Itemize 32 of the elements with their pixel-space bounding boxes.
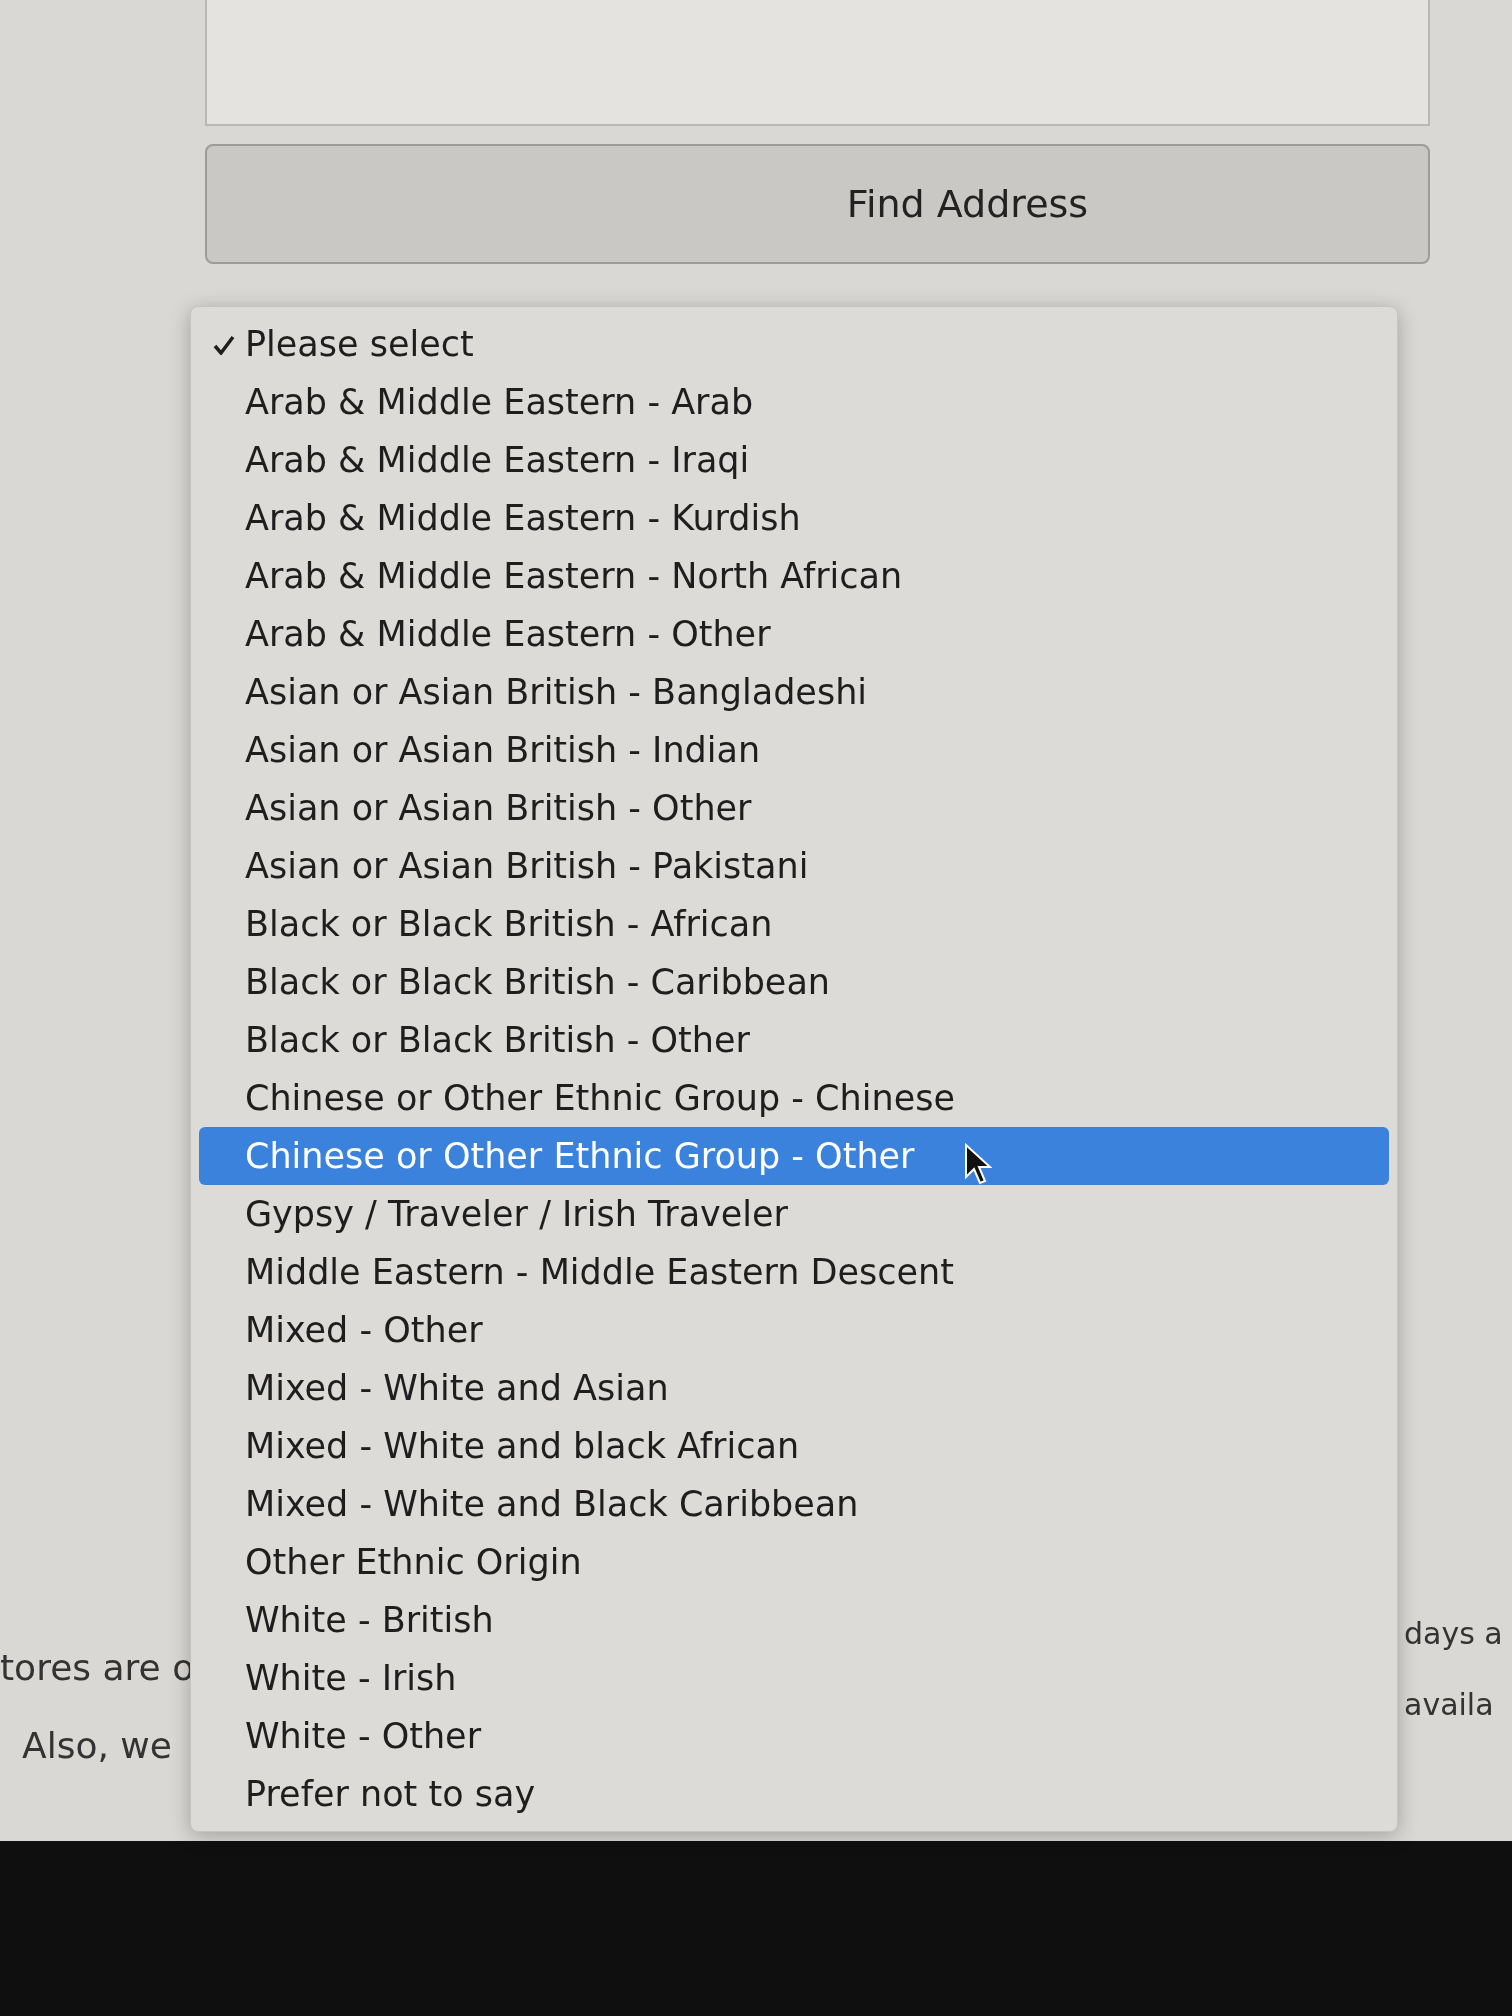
find-address-button[interactable]: Find Address: [205, 144, 1430, 264]
dropdown-option[interactable]: Arab & Middle Eastern - Iraqi: [199, 431, 1389, 489]
dropdown-option[interactable]: Mixed - Other: [199, 1301, 1389, 1359]
dropdown-option[interactable]: White - Irish: [199, 1649, 1389, 1707]
dropdown-option[interactable]: Arab & Middle Eastern - North African: [199, 547, 1389, 605]
dropdown-option[interactable]: Asian or Asian British - Pakistani: [199, 837, 1389, 895]
page-text: availa: [1404, 1686, 1495, 1724]
dropdown-option[interactable]: Mixed - White and Asian: [199, 1359, 1389, 1417]
dropdown-option[interactable]: White - Other: [199, 1707, 1389, 1765]
dropdown-option[interactable]: Please select: [199, 315, 1389, 373]
dropdown-option[interactable]: Mixed - White and Black Caribbean: [199, 1475, 1389, 1533]
dropdown-option[interactable]: Chinese or Other Ethnic Group - Other: [199, 1127, 1389, 1185]
dropdown-option[interactable]: Middle Eastern - Middle Eastern Descent: [199, 1243, 1389, 1301]
dropdown-option[interactable]: White - British: [199, 1591, 1389, 1649]
dropdown-option[interactable]: Arab & Middle Eastern - Arab: [199, 373, 1389, 431]
dropdown-option[interactable]: Prefer not to say: [199, 1765, 1389, 1823]
dropdown-option[interactable]: Black or Black British - Caribbean: [199, 953, 1389, 1011]
mouse-cursor-icon: [964, 1143, 992, 1185]
dropdown-option[interactable]: Black or Black British - African: [199, 895, 1389, 953]
dropdown-option[interactable]: Arab & Middle Eastern - Kurdish: [199, 489, 1389, 547]
page-text: Also, we: [21, 1724, 173, 1768]
page-text: days a: [1404, 1615, 1504, 1653]
dropdown-option[interactable]: Asian or Asian British - Bangladeshi: [199, 663, 1389, 721]
dropdown-option[interactable]: Black or Black British - Other: [199, 1011, 1389, 1069]
dropdown-option[interactable]: Asian or Asian British - Indian: [199, 721, 1389, 779]
dropdown-option[interactable]: Mixed - White and black African: [199, 1417, 1389, 1475]
dropdown-option[interactable]: Other Ethnic Origin: [199, 1533, 1389, 1591]
dropdown-option[interactable]: Chinese or Other Ethnic Group - Chinese: [199, 1069, 1389, 1127]
address-field[interactable]: [205, 0, 1430, 126]
dropdown-option[interactable]: Asian or Asian British - Other: [199, 779, 1389, 837]
dropdown-option[interactable]: Arab & Middle Eastern - Other: [199, 605, 1389, 663]
dropdown-option[interactable]: Gypsy / Traveler / Irish Traveler: [199, 1185, 1389, 1243]
